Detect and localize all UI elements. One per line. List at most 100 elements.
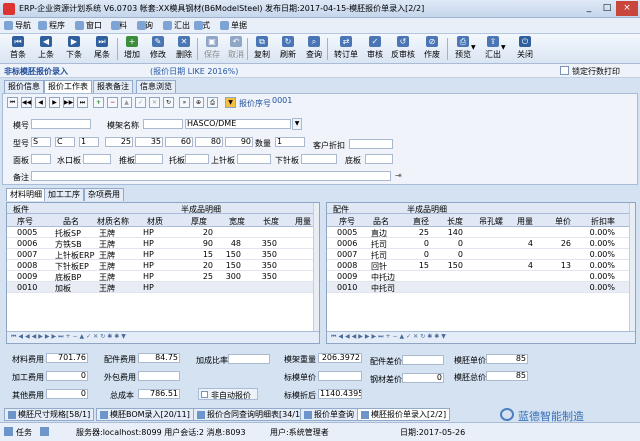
mold-name-code-input[interactable] <box>143 119 183 129</box>
table-cell[interactable]: 0.00% <box>575 272 615 281</box>
table-row[interactable]: 0008 回针 15 150 4 13 0.00% <box>327 260 629 271</box>
void-button[interactable]: ⊘ 作废 <box>419 36 445 62</box>
subtab-misc[interactable]: 杂项费用 <box>84 188 124 201</box>
nav-filter-icon[interactable]: ⊕ <box>193 97 204 108</box>
other-cost-value[interactable]: 0 <box>46 389 88 399</box>
table-cell[interactable]: HP <box>143 283 173 292</box>
dim-3-input[interactable]: 60 <box>165 137 193 147</box>
std-discount-value[interactable]: 1140.4395 <box>318 389 362 399</box>
table-cell[interactable]: 150 <box>429 261 463 270</box>
table-cell[interactable]: 48 <box>211 239 241 248</box>
type-s-input[interactable]: S <box>31 137 51 147</box>
plate-runner-input[interactable] <box>83 154 111 164</box>
table-row[interactable]: 0008 下针板EP 王牌 HP 20 150 350 <box>7 260 313 271</box>
add-button[interactable]: + 增加 <box>119 36 145 62</box>
copy-button[interactable]: ⧉ 复制 <box>249 36 275 62</box>
table-cell[interactable]: 90 <box>177 239 213 248</box>
col-header[interactable]: 序号 <box>339 216 355 227</box>
table-cell[interactable]: 0007 <box>17 250 47 259</box>
nav-first-icon[interactable]: ⏮ <box>7 97 18 108</box>
col-header[interactable]: 材质 <box>147 216 163 227</box>
task-label[interactable]: 任务 <box>16 427 32 438</box>
preview-dropdown-icon[interactable]: ▼ <box>471 44 476 51</box>
table-cell[interactable]: HP <box>143 250 173 259</box>
col-header[interactable]: 单价 <box>555 216 571 227</box>
table-cell[interactable]: 0009 <box>17 272 47 281</box>
table-cell[interactable]: 0006 <box>17 239 47 248</box>
approve-button[interactable]: ✓ 审核 <box>362 36 388 62</box>
save-button[interactable]: ▣ 保存 <box>199 36 225 62</box>
lock-rows-checkbox[interactable] <box>560 66 569 75</box>
table-cell[interactable]: HP <box>143 272 173 281</box>
table-row[interactable]: 0007 上针板ERP 王牌 HP 15 150 350 <box>7 249 313 260</box>
nav-prev-icon[interactable]: ◀ <box>35 97 46 108</box>
nav-refresh-icon[interactable]: ↻ <box>163 97 174 108</box>
menu-window[interactable]: 窗口 <box>75 20 102 31</box>
nav-print-icon[interactable]: ⎙ <box>207 97 218 108</box>
mold-name-input[interactable]: HASCO/DME <box>185 119 291 129</box>
doc-tab-mold-spec[interactable]: 模胚尺寸规格[58/1] <box>4 408 95 421</box>
close-window-button[interactable]: ⏻ 关闭 <box>512 36 538 62</box>
table-cell[interactable]: 0008 <box>337 261 367 270</box>
nav-edit-icon[interactable]: ▲ <box>121 97 132 108</box>
table-cell[interactable]: 15 <box>177 250 213 259</box>
type-c-input[interactable]: C <box>55 137 75 147</box>
parts-grid-nav-icons[interactable]: ⏮◀◀◀▶▶▶⏭+−▲✓✕↻✱✱▼ <box>331 333 448 341</box>
table-cell[interactable]: 4 <box>499 261 533 270</box>
auto-quote-toggle[interactable]: 非自动报价 <box>198 388 258 400</box>
table-cell[interactable]: 0008 <box>17 261 47 270</box>
col-header[interactable]: 吊孔螺 <box>479 216 503 227</box>
mold-no-input[interactable] <box>31 119 91 129</box>
plate-support-input[interactable] <box>185 154 209 164</box>
table-row[interactable]: 0005 直边 25 140 0.00% <box>327 227 629 238</box>
plate-push-input[interactable] <box>135 154 163 164</box>
table-cell[interactable]: 0 <box>395 239 429 248</box>
part-cost-value[interactable]: 84.75 <box>138 353 180 363</box>
table-cell[interactable]: 20 <box>177 228 213 237</box>
col-header[interactable]: 材质名称 <box>97 216 129 227</box>
dim-4-input[interactable]: 80 <box>195 137 223 147</box>
table-row[interactable]: 0007 托司 0 0 0.00% <box>327 249 629 260</box>
steel-diff-value[interactable]: 0 <box>402 373 444 383</box>
table-cell[interactable]: 0005 <box>337 228 367 237</box>
menu-query[interactable]: 查询 <box>137 20 153 31</box>
menu-navigation[interactable]: 导航 <box>4 20 31 31</box>
cancel-button[interactable]: ↶ 取消 <box>223 36 249 62</box>
to-order-button[interactable]: ⇄ 转订单 <box>331 36 361 62</box>
table-cell[interactable]: 350 <box>245 272 277 281</box>
col-header[interactable]: 厚度 <box>191 216 207 227</box>
plate-upper-ejector-input[interactable] <box>237 154 271 164</box>
nav-expand-icon[interactable]: » <box>179 97 190 108</box>
table-cell[interactable]: 0 <box>395 250 429 259</box>
table-row[interactable]: 0010 加板 王牌 HP <box>7 282 313 293</box>
table-row[interactable]: 0006 方铁SB 王牌 HP 90 48 350 <box>7 238 313 249</box>
table-cell[interactable]: 300 <box>211 272 241 281</box>
table-cell[interactable]: 25 <box>177 272 213 281</box>
table-cell[interactable]: HP <box>143 261 173 270</box>
delete-button[interactable]: ✕ 删除 <box>171 36 197 62</box>
tab-quote-worksheet[interactable]: 报价工作表 <box>44 80 92 93</box>
col-header[interactable]: 宽度 <box>229 216 245 227</box>
nav-dropdown-icon[interactable]: ▼ <box>225 97 236 108</box>
close-button[interactable]: × <box>616 1 638 16</box>
table-cell[interactable]: 加板 <box>55 283 95 294</box>
total-cost-value[interactable]: 786.51 <box>138 389 180 399</box>
parts-grid-scrollbar[interactable] <box>629 203 635 333</box>
nav-confirm-icon[interactable]: ✓ <box>135 97 146 108</box>
refresh-button[interactable]: ↻ 刷新 <box>275 36 301 62</box>
dim-2-input[interactable]: 35 <box>135 137 163 147</box>
table-cell[interactable]: 0005 <box>17 228 47 237</box>
table-cell[interactable]: 350 <box>245 250 277 259</box>
outsource-value[interactable] <box>138 371 180 381</box>
table-cell[interactable]: 0.00% <box>575 261 615 270</box>
maximize-button[interactable]: □ <box>598 1 616 16</box>
table-cell[interactable]: 0 <box>429 239 463 248</box>
table-cell[interactable]: 0 <box>429 250 463 259</box>
table-row[interactable]: 0006 托司 0 0 4 26 0.00% <box>327 238 629 249</box>
type-1-input[interactable]: 1 <box>79 137 99 147</box>
nav-remove-icon[interactable]: − <box>107 97 118 108</box>
table-cell[interactable]: 25 <box>395 228 429 237</box>
next-button[interactable]: ▶ 下条 <box>61 36 87 62</box>
dim-1-input[interactable]: 25 <box>105 137 133 147</box>
add-ratio-value[interactable] <box>228 354 270 364</box>
